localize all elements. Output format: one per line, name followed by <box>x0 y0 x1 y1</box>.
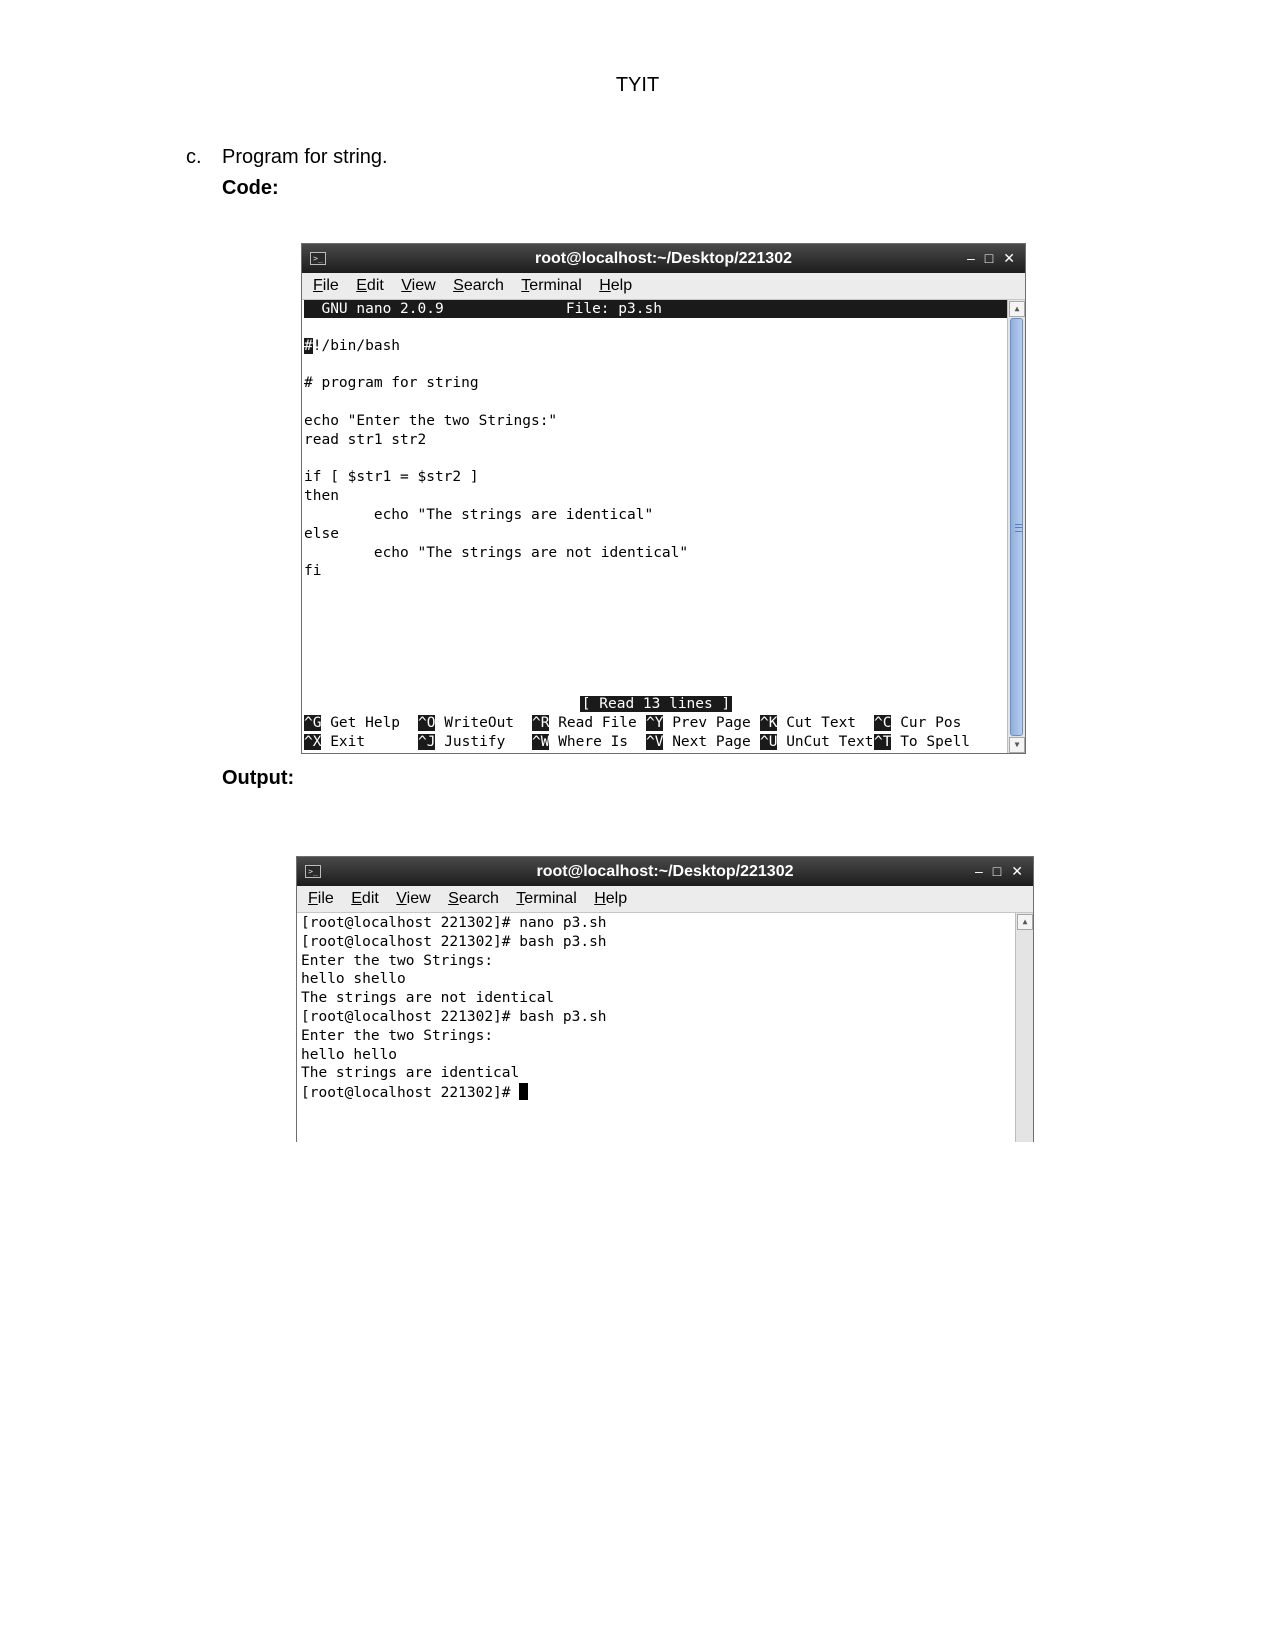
shortcut-justify: ^J Justify <box>418 733 506 750</box>
code-line: #!/bin/bash <box>304 337 401 354</box>
menu-file[interactable]: File <box>308 886 334 912</box>
output-line: [root@localhost 221302]# nano p3.sh <box>301 915 607 931</box>
maximize-icon[interactable]: □ <box>985 244 993 273</box>
output-heading: Output: <box>222 767 295 789</box>
window-title: root@localhost:~/Desktop/221302 <box>536 863 794 880</box>
code-line: echo "Enter the two Strings:" <box>304 412 558 429</box>
shortcut-writeout: ^O WriteOut <box>418 715 515 731</box>
output-line: The strings are identical <box>301 1065 520 1082</box>
terminal-titlebar: >_ root@localhost:~/Desktop/221302 – □ ✕ <box>297 857 1033 886</box>
code-line: else <box>304 525 339 542</box>
code-line: echo "The strings are not identical" <box>304 544 689 561</box>
menu-terminal[interactable]: Terminal <box>516 886 576 912</box>
nano-status: [ Read 13 lines ] <box>304 695 1008 713</box>
output-line: Enter the two Strings: <box>301 952 494 969</box>
window-title: root@localhost:~/Desktop/221302 <box>534 250 792 267</box>
output-line: hello hello <box>301 1046 398 1063</box>
vertical-scrollbar[interactable]: ▲ ▼ <box>1007 300 1025 753</box>
menu-file[interactable]: File <box>313 273 339 299</box>
terminal-titlebar: >_ root@localhost:~/Desktop/221302 – □ ✕ <box>302 244 1025 273</box>
shortcut-row: ^G Get Help ^O WriteOut ^R Read File ^Y Pre… <box>304 714 988 733</box>
menu-terminal[interactable]: Terminal <box>521 273 581 299</box>
output-line: [root@localhost 221302]# bash p3.sh <box>301 933 607 950</box>
shortcut-cut-text: ^K Cut Text <box>760 715 857 731</box>
shortcut-row: ^X Exit ^J Justify ^W Where Is ^V Next Page… <box>304 733 988 752</box>
shell-output[interactable]: [root@localhost 221302]# nano p3.sh [roo… <box>301 914 1011 1102</box>
menubar: File Edit View Search Terminal Help <box>302 273 1025 300</box>
terminal-cursor <box>519 1083 529 1101</box>
output-terminal-window: >_ root@localhost:~/Desktop/221302 – □ ✕ F… <box>296 856 1034 1142</box>
shell-prompt: [root@localhost 221302]# <box>301 1085 520 1102</box>
shortcut-get-help: ^G Get Help <box>304 715 401 731</box>
scroll-thumb[interactable] <box>1010 318 1023 736</box>
shortcut-read-file: ^R Read File <box>532 715 637 731</box>
shortcut-to-spell: ^T To Spell <box>874 733 971 750</box>
status-message: [ Read 13 lines ] <box>579 696 733 712</box>
window-controls: – □ ✕ <box>965 857 1023 886</box>
nano-shortcuts: ^G Get Help ^O WriteOut ^R Read File ^Y Pre… <box>304 714 988 752</box>
section-title: c. Program for string. <box>186 146 388 169</box>
window-controls: – □ ✕ <box>957 244 1015 273</box>
scroll-down-icon[interactable]: ▼ <box>1009 737 1025 753</box>
nano-editor[interactable]: GNU nano 2.0.9 File: p3.sh #!/bin/bash #… <box>304 300 1008 753</box>
page-header: TYIT <box>615 74 660 96</box>
scroll-up-icon[interactable]: ▲ <box>1009 301 1025 317</box>
editor-cursor: # <box>304 337 313 354</box>
scroll-up-icon[interactable]: ▲ <box>1017 914 1033 930</box>
code-line: fi <box>304 563 322 580</box>
menu-view[interactable]: View <box>396 886 430 912</box>
nano-header: GNU nano 2.0.9 File: p3.sh <box>304 300 1008 318</box>
code-line: # program for string <box>304 375 479 392</box>
terminal-body[interactable]: [root@localhost 221302]# nano p3.sh [roo… <box>297 913 1033 1142</box>
code-heading: Code: <box>222 177 279 199</box>
menu-search[interactable]: Search <box>448 886 499 912</box>
section-letter: c. <box>186 146 202 168</box>
menubar: File Edit View Search Terminal Help <box>297 886 1033 913</box>
shortcut-exit: ^X Exit <box>304 733 366 750</box>
shortcut-where-is: ^W Where Is <box>532 733 629 750</box>
menu-edit[interactable]: Edit <box>356 273 384 299</box>
menu-help[interactable]: Help <box>599 273 632 299</box>
shortcut-cur-pos: ^C Cur Pos <box>874 715 962 731</box>
section-text: Program for string. <box>222 146 388 168</box>
output-line: [root@localhost 221302]# bash p3.sh <box>301 1008 607 1025</box>
close-icon[interactable]: ✕ <box>1011 857 1023 886</box>
grip-icon <box>1015 524 1022 532</box>
menu-search[interactable]: Search <box>453 273 504 299</box>
shortcut-prev-page: ^Y Prev Page <box>646 715 751 731</box>
shortcut-next-page: ^V Next Page <box>646 733 751 750</box>
code-line: echo "The strings are identical" <box>304 506 654 523</box>
code-line: if [ $str1 = $str2 ] <box>304 469 479 486</box>
nano-terminal-window: >_ root@localhost:~/Desktop/221302 – □ ✕ F… <box>301 243 1026 754</box>
shortcut-uncut-text: ^U UnCut Text <box>760 733 874 750</box>
output-line: The strings are not identical <box>301 990 555 1007</box>
code-line: read str1 str2 <box>304 431 427 448</box>
menu-edit[interactable]: Edit <box>351 886 379 912</box>
prompt-line: [root@localhost 221302]# <box>301 1083 1011 1102</box>
menu-help[interactable]: Help <box>594 886 627 912</box>
code-line: then <box>304 488 339 505</box>
output-line: Enter the two Strings: <box>301 1027 494 1044</box>
vertical-scrollbar[interactable]: ▲ <box>1015 913 1033 1142</box>
close-icon[interactable]: ✕ <box>1003 244 1015 273</box>
menu-view[interactable]: View <box>401 273 435 299</box>
maximize-icon[interactable]: □ <box>993 857 1001 886</box>
terminal-body[interactable]: GNU nano 2.0.9 File: p3.sh #!/bin/bash #… <box>302 300 1025 753</box>
minimize-icon[interactable]: – <box>967 244 975 273</box>
minimize-icon[interactable]: – <box>975 857 983 886</box>
output-line: hello shello <box>301 971 406 988</box>
